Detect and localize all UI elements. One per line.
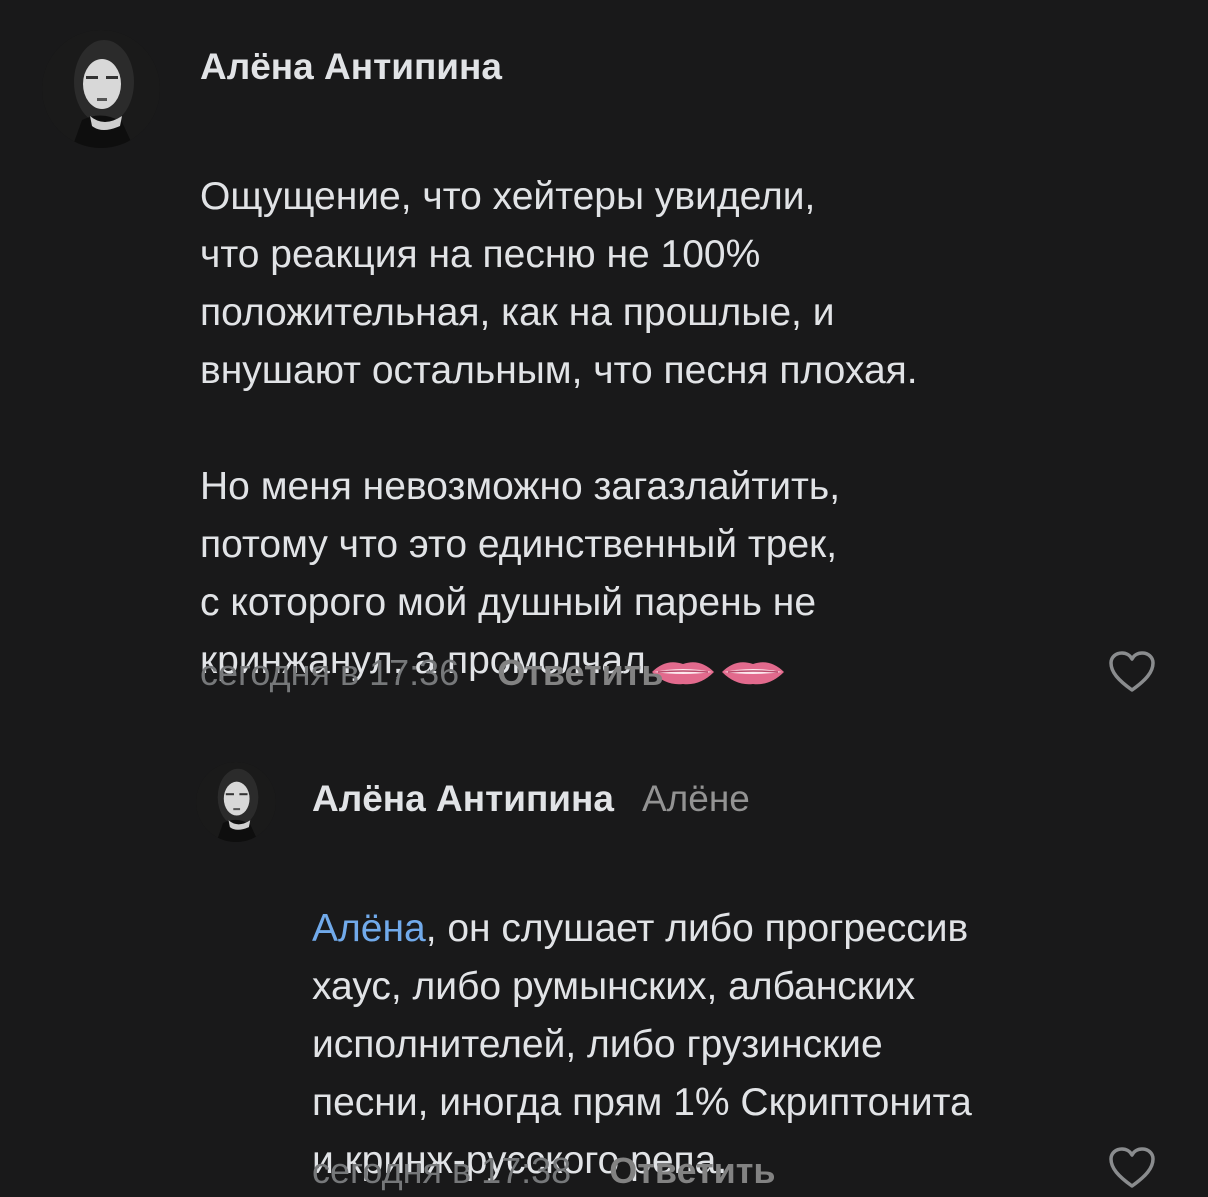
comment-author-line: Алёна Антипина Алёне	[312, 778, 750, 820]
reply-button[interactable]: Ответить	[497, 652, 663, 693]
heart-outline-icon	[1109, 1147, 1155, 1188]
like-button[interactable]	[1108, 650, 1156, 694]
comment-author[interactable]: Алёна Антипина	[312, 778, 614, 819]
like-button[interactable]	[1108, 1146, 1156, 1190]
lips-emoji-icon	[720, 647, 786, 684]
heart-outline-icon	[1109, 651, 1155, 692]
mention-link[interactable]: Алёна	[312, 907, 426, 950]
avatar-photo	[196, 762, 276, 842]
comment-text-body: Ощущение, что хейтеры увидели, что реакц…	[200, 175, 918, 682]
reply-to-name[interactable]: Алёне	[642, 778, 750, 819]
comment-author[interactable]: Алёна Антипина	[200, 46, 502, 88]
comment-text: Ощущение, что хейтеры увидели, что реакц…	[200, 110, 1180, 690]
comment-time: сегодня в 17:36	[200, 652, 460, 693]
avatar[interactable]	[42, 30, 160, 148]
avatar-photo	[42, 30, 160, 148]
avatar[interactable]	[196, 762, 276, 842]
comment-text: Алёна, он слушает либо прогрессив хаус, …	[312, 842, 1192, 1190]
reply-button[interactable]: Ответить	[609, 1150, 775, 1191]
comment-time: сегодня в 17:38	[312, 1150, 572, 1191]
comment-meta: сегодня в 17:36 Ответить	[200, 652, 664, 694]
comment-meta: сегодня в 17:38 Ответить	[312, 1150, 776, 1192]
